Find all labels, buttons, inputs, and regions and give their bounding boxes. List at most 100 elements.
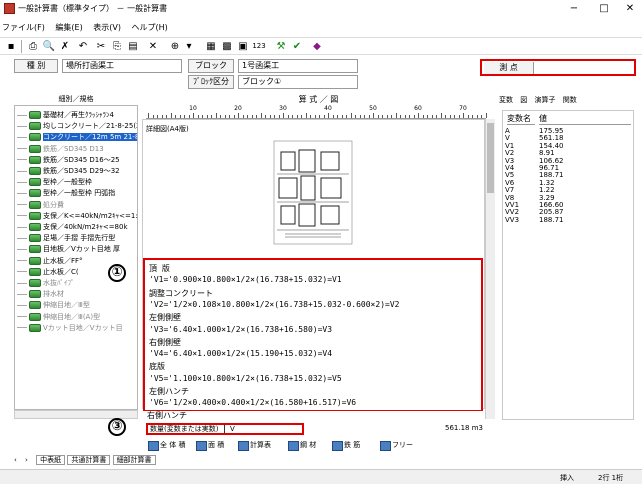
volume-button[interactable]: 全 体 積 bbox=[148, 439, 185, 451]
ruler-mark bbox=[274, 115, 275, 118]
tree-item[interactable]: 伸縮目地／Ⅲ(A)型 bbox=[17, 312, 100, 322]
block-div-field[interactable]: ブロック① bbox=[238, 75, 358, 89]
ruler-mark bbox=[193, 113, 194, 118]
ruler-mark bbox=[256, 115, 257, 118]
tool-icon[interactable]: ⚒ bbox=[274, 40, 288, 53]
number-icon[interactable]: 123 bbox=[252, 40, 266, 53]
tree-item[interactable]: 支保／K<=40kN/m2ｷｬ<=1: bbox=[17, 211, 137, 221]
table-icon[interactable]: ▦ bbox=[204, 40, 218, 53]
tree-item[interactable]: 鉄筋／SD345 D13 bbox=[17, 144, 104, 154]
ruler-mark bbox=[445, 115, 446, 118]
close-button[interactable]: ✕ bbox=[618, 2, 642, 16]
tree-item[interactable]: 足場／手摺 手摺先行型 bbox=[17, 233, 115, 243]
grid-icon[interactable]: ▣ bbox=[236, 40, 250, 53]
undo-icon[interactable]: ↶ bbox=[76, 40, 90, 53]
measure-field[interactable] bbox=[538, 62, 632, 74]
tree-item[interactable]: Vカット目地／Vカット目 bbox=[17, 323, 123, 333]
ruler-mark bbox=[346, 115, 347, 118]
formula-line[interactable]: 底版 bbox=[149, 361, 165, 372]
free-button[interactable]: フリー bbox=[380, 439, 413, 451]
clear-icon[interactable]: ✕ bbox=[146, 40, 160, 53]
menu-view[interactable]: 表示(V) bbox=[93, 23, 121, 32]
formula-line[interactable]: 'V1='0.900×10.800×1/2×(16.738+15.032)=V1 bbox=[149, 275, 342, 284]
ruler-mark bbox=[355, 115, 356, 118]
tree-item[interactable]: 処分費 bbox=[17, 200, 64, 210]
kind-field[interactable]: 場所打函渠工 bbox=[62, 59, 182, 73]
ruler-mark bbox=[431, 115, 433, 118]
formula-line[interactable]: 左側側壁 bbox=[149, 312, 181, 323]
sheet-tab-cover[interactable]: 中表紙 bbox=[36, 455, 66, 465]
calc-table-button[interactable]: 計算表 bbox=[238, 439, 271, 451]
tree-item[interactable]: コンクリート／12m 5m 21-8 bbox=[17, 132, 137, 142]
variable-row[interactable]: VV3 188.71 bbox=[505, 216, 633, 224]
tree-item[interactable]: 止水板／FF° bbox=[17, 256, 83, 266]
cut-icon[interactable]: ✂ bbox=[94, 40, 108, 53]
minimize-button[interactable]: − bbox=[562, 2, 586, 16]
tree-item[interactable]: 伸縮目地／Ⅲ型 bbox=[17, 300, 90, 310]
area-button[interactable]: 面 積 bbox=[196, 439, 224, 451]
kind-label: 種 別 bbox=[14, 59, 58, 73]
formula-editor[interactable]: 頂 版 'V1='0.900×10.800×1/2×(16.738+15.032… bbox=[143, 258, 483, 412]
menu-edit[interactable]: 編集(E) bbox=[55, 23, 82, 32]
tree-item[interactable]: 止水板／C( bbox=[17, 267, 79, 277]
tree-item[interactable]: 排水材 bbox=[17, 289, 64, 299]
block-field[interactable]: 1号函渠工 bbox=[238, 59, 358, 73]
tab-figure[interactable]: 図 bbox=[520, 96, 527, 104]
preview-icon[interactable]: 🔍 bbox=[42, 40, 56, 53]
copy-icon[interactable]: ⎘ bbox=[110, 40, 124, 53]
menu-help[interactable]: ヘルプ(H) bbox=[132, 23, 168, 32]
tree-item[interactable]: 基礎材／再生ｸﾗｯｼｬﾗﾝ4 bbox=[17, 110, 114, 120]
tree-item-label: 基礎材／再生ｸﾗｯｼｬﾗﾝ4 bbox=[43, 111, 114, 119]
tree-item[interactable]: 支保／40kN/m2ｷｬ<=80k bbox=[17, 222, 128, 232]
ruler-mark bbox=[305, 113, 307, 118]
ruler-mark bbox=[391, 115, 392, 118]
tab-functions[interactable]: 関数 bbox=[563, 96, 577, 104]
sheet-tab-detail[interactable]: 細部計算書 bbox=[112, 455, 156, 465]
formula-line[interactable]: 'V2='1/2×0.108×10.800×1/2×(16.738+15.032… bbox=[149, 300, 399, 309]
total-value: 561.18 m3 bbox=[445, 424, 483, 432]
sheet-nav-next[interactable]: › bbox=[25, 456, 28, 464]
chart-icon[interactable]: ▩ bbox=[220, 40, 234, 53]
formula-line[interactable]: 'V4='6.40×1.000×1/2×(15.190+15.032)=V4 bbox=[149, 349, 332, 358]
formula-line[interactable]: 右側側壁 bbox=[149, 337, 181, 348]
print-icon[interactable]: ⎙ bbox=[26, 40, 40, 53]
formula-line[interactable]: 'V3='6.40×1.000×1/2×(16.738+16.580)=V3 bbox=[149, 325, 332, 334]
item-icon bbox=[29, 301, 41, 310]
tree-item[interactable]: 均しコンクリート／21-8-25(2 bbox=[17, 121, 137, 131]
check-icon[interactable]: ✔ bbox=[290, 40, 304, 53]
scroll-thumb[interactable] bbox=[487, 123, 494, 193]
paste-icon[interactable]: ▤ bbox=[126, 40, 140, 53]
maximize-button[interactable]: □ bbox=[592, 2, 616, 16]
center-vscrollbar[interactable] bbox=[485, 119, 495, 419]
status-position: 2行 1桁 bbox=[598, 474, 624, 482]
steel-button[interactable]: 鋼 材 bbox=[288, 439, 316, 451]
delete-icon[interactable]: ✗ bbox=[58, 40, 72, 53]
formula-line[interactable]: 'V6='1/2×0.400×0.400×1/2×(16.580+16.517)… bbox=[149, 398, 356, 407]
menu-file[interactable]: ファイル(F) bbox=[2, 23, 45, 32]
tab-variables[interactable]: 変数 bbox=[499, 96, 513, 104]
tree-item[interactable]: 目地板／Vカット目地 厚 bbox=[17, 244, 120, 254]
sheet-tab-common[interactable]: 共通計算書 bbox=[67, 455, 111, 465]
tree-item[interactable]: 水抜ﾊﾟｲﾌﾟ bbox=[17, 278, 75, 288]
tree-item[interactable]: 鉄筋／SD345 D29〜32 bbox=[17, 166, 120, 176]
ruler-mark bbox=[377, 115, 379, 118]
rebar-button[interactable]: 鉄 筋 bbox=[332, 439, 360, 451]
save-icon[interactable]: ▪ bbox=[4, 40, 18, 53]
item-tree: 基礎材／再生ｸﾗｯｼｬﾗﾝ4 均しコンクリート／21-8-25(2 コンクリート／1… bbox=[14, 105, 138, 410]
formula-line[interactable]: 調整コンクリート bbox=[149, 288, 213, 299]
tree-item-label: 鉄筋／SD345 D16〜25 bbox=[43, 155, 120, 164]
formula-line[interactable]: 'V5='1.100×10.800×1/2×(16.738+15.032)=V5 bbox=[149, 374, 342, 383]
settings-icon[interactable]: ◆ bbox=[310, 40, 324, 53]
insert-icon[interactable]: ⊕ bbox=[168, 40, 182, 53]
tree-item[interactable]: 型枠／一般型枠 bbox=[17, 177, 92, 187]
tree-item-label: 伸縮目地／Ⅲ型 bbox=[43, 301, 90, 310]
formula-line[interactable]: 左側ハンチ bbox=[149, 386, 189, 397]
ruler-mark bbox=[314, 115, 316, 118]
tree-item[interactable]: 型枠／一般型枠 円弧指 bbox=[17, 188, 115, 198]
chevron-down-icon[interactable]: ▾ bbox=[182, 40, 196, 53]
tree-item[interactable]: 鉄筋／SD345 D16〜25 bbox=[17, 155, 120, 165]
tab-operators[interactable]: 演算子 bbox=[534, 96, 555, 104]
formula-line[interactable]: 頂 版 bbox=[149, 263, 170, 274]
count-input-highlight[interactable]: 数量(変数または実数) V bbox=[146, 423, 304, 435]
sheet-nav-prev[interactable]: ‹ bbox=[14, 456, 17, 464]
